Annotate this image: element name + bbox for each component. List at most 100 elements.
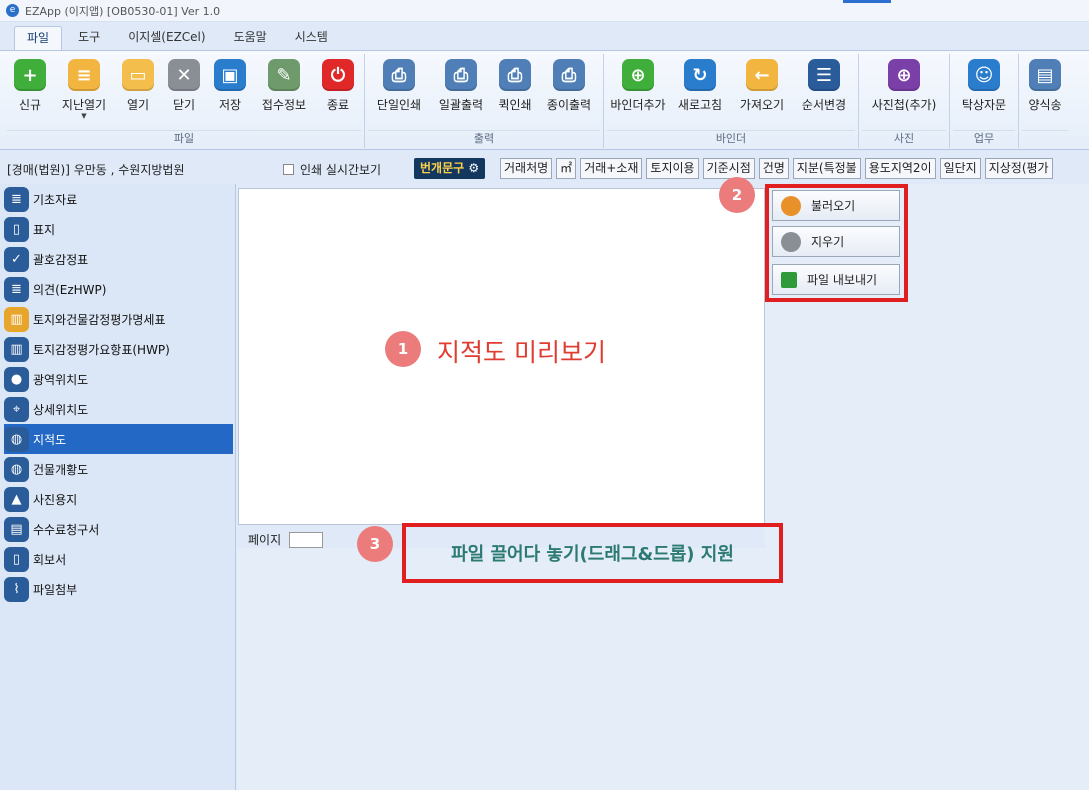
bunge-label: 번개문구 [420,161,465,175]
chip-single-lot[interactable]: 일단지 [939,158,981,179]
title-accent [843,0,891,3]
tab-system[interactable]: 시스템 [283,26,340,50]
import-button[interactable]: ← 가져오기 [731,54,793,130]
save-button[interactable]: ▣ 저장 [207,54,253,130]
page-label: 페이지 [248,533,282,547]
recent-open-button[interactable]: ≡ 지난열기 ▼ [53,54,115,130]
ribbon-group-file: + 신규 ≡ 지난열기 ▼ ▭ 열기 ✕ 닫기 ▣ 저장 ✎ 접수정보 ⏻ 종료… [4,54,365,148]
folder-icon: ▭ [122,59,154,91]
quick-print-button[interactable]: ⎙ 퀵인쇄 [492,54,538,130]
refresh-button[interactable]: ↻ 새로고침 [669,54,731,130]
sidebar-item-cadastral-map[interactable]: ◍ 지적도 [4,424,233,454]
mountain-photo-icon: ▲ [4,486,29,512]
open-button[interactable]: ▭ 열기 [115,54,161,130]
tab-help[interactable]: 도움말 [222,26,279,50]
chip-client-name[interactable]: 거래처명 [500,158,553,179]
power-icon: ⏻ [322,59,354,91]
add-binder-button[interactable]: ⊕ 바인더추가 [607,54,669,130]
sidebar-item-label: 광역위치도 [33,372,89,387]
sidebar-item-label: 건물개황도 [33,462,89,477]
sidebar-item-label: 상세위치도 [33,402,89,417]
chip-zoning[interactable]: 용도지역2이 [864,158,936,179]
desk-consult-button[interactable]: ☺ 탁상자문 [953,54,1015,130]
drop-area[interactable] [237,548,1089,790]
sidebar-item-label: 괄호감정표 [33,252,89,267]
sidebar-item-land-summary[interactable]: ▥ 토지감정평가요항표(HWP) [4,334,233,364]
close-button[interactable]: ✕ 닫기 [161,54,207,130]
sidebar-item-label: 표지 [33,222,56,237]
sidebar-item-building-overview[interactable]: ◍ 건물개황도 [4,454,233,484]
photo-album-add-button[interactable]: ⊕ 사진첩(추가) [862,54,946,130]
ribbon-group-form: ▤ 양식송 [1019,54,1071,148]
intake-info-button[interactable]: ✎ 접수정보 [253,54,315,130]
chip-land-use[interactable]: 토지이용 [646,158,699,179]
print-preview-checkbox[interactable]: 인쇄 실시간보기 [283,161,381,178]
form-button[interactable]: ▤ 양식송 [1022,54,1068,130]
tab-file[interactable]: 파일 [14,26,63,50]
chip-trade-location[interactable]: 거래+소재 [580,158,643,179]
route-pin-icon: ⌖ [4,396,29,422]
arrow-left-icon: ← [746,59,778,91]
globe-icon: ◍ [4,426,29,452]
chip-share[interactable]: 지분(특정불 [792,158,861,179]
ribbon-group-work: ☺ 탁상자문 업무 [950,54,1019,148]
bunge-phrase-button[interactable]: 번개문구 ⚙ [414,158,486,179]
annotation-text-1: 지적도 미리보기 [437,338,606,367]
chip-square-meter[interactable]: ㎡ [556,158,577,179]
sidebar-item-reply[interactable]: ▯ 회보서 [4,544,233,574]
document-add-icon: ⊕ [622,59,654,91]
printer-quick-icon: ⎙ [499,59,531,91]
sidebar-item-bracket-appraisal[interactable]: ✓ 괄호감정표 [4,244,233,274]
save-icon: ▣ [214,59,246,91]
checkbox-box[interactable] [283,164,294,175]
single-print-button[interactable]: ⎙ 단일인쇄 [368,54,430,130]
sidebar-item-photo-sheet[interactable]: ▲ 사진용지 [4,484,233,514]
sidebar-item-cover[interactable]: ▯ 표지 [4,214,233,244]
annotation-box-2 [765,184,908,302]
sidebar-item-label: 토지와건물감정평가명세표 [33,312,166,327]
chip-base-date[interactable]: 기준시점 [702,158,755,179]
ribbon-group-print: ⎙ 단일인쇄 ⎙ 일괄출력 ⎙ 퀵인쇄 ⎙ 종이출력 출력 [365,54,604,148]
sidebar-item-label: 수수료청구서 [33,522,100,537]
sidebar-item-label: 회보서 [33,552,67,567]
ribbon-group-label: 업무 [953,130,1015,146]
exit-button[interactable]: ⏻ 종료 [315,54,361,130]
close-icon: ✕ [168,59,200,91]
sidebar-item-detail-location[interactable]: ⌖ 상세위치도 [4,394,233,424]
reorder-button[interactable]: ☰ 순서변경 [793,54,855,130]
phrase-chips: 거래처명 ㎡ 거래+소재 토지이용 기준시점 건명 지분(특정불 용도지역2이 … [500,158,1057,179]
title-bar: e EZApp (이지앱) [OB0530-01] Ver 1.0 [0,0,1089,22]
page-input[interactable] [289,531,324,548]
sidebar-item-fee-invoice[interactable]: ▤ 수수료청구서 [4,514,233,544]
gear-icon: ⚙ [468,161,480,175]
sidebar: ≣ 기초자료 ▯ 표지 ✓ 괄호감정표 ≣ 의견(EzHWP) ▥ 토지와건물감… [0,184,236,790]
info-bar: [경매(법원)] 우만동 , 수원지방법원 인쇄 실시간보기 번개문구 ⚙ 거래… [0,154,1089,184]
ribbon: + 신규 ≡ 지난열기 ▼ ▭ 열기 ✕ 닫기 ▣ 저장 ✎ 접수정보 ⏻ 종료… [0,50,1089,150]
chip-surface-rights[interactable]: 지상정(평가 [984,158,1053,179]
stack-icon: ≣ [4,186,29,212]
window-title: EZApp (이지앱) [OB0530-01] Ver 1.0 [25,4,221,18]
chip-case-name[interactable]: 건명 [758,158,789,179]
printer-paper-icon: ⎙ [553,59,585,91]
sidebar-item-land-building-table[interactable]: ▥ 토지와건물감정평가명세표 [4,304,233,334]
sidebar-item-opinion[interactable]: ≣ 의견(EzHWP) [4,274,233,304]
ribbon-group-label: 파일 [7,130,361,146]
sidebar-item-wide-location[interactable]: ● 광역위치도 [4,364,233,394]
ribbon-group-label [1022,130,1068,146]
page-bar: 페이지 [248,531,324,548]
batch-print-button[interactable]: ⎙ 일괄출력 [430,54,492,130]
paper-print-button[interactable]: ⎙ 종이출력 [538,54,600,130]
form-icon: ▤ [1029,59,1061,91]
sidebar-item-basic-data[interactable]: ≣ 기초자료 [4,184,233,214]
annotation-box-3: 파일 끌어다 놓기(드래그&드롭) 지원 [402,523,783,583]
ribbon-group-photo: ⊕ 사진첩(추가) 사진 [859,54,950,148]
new-button[interactable]: + 신규 [7,54,53,130]
tab-tools[interactable]: 도구 [66,26,112,50]
sidebar-item-attachment[interactable]: ⌇ 파일첨부 [4,574,233,604]
sidebar-item-label: 지적도 [33,432,67,447]
case-court-label: [경매(법원)] 우만동 , 수원지방법원 [7,163,185,177]
globe-icon: ◍ [4,456,29,482]
ribbon-group-label: 출력 [368,130,600,146]
people-icon: ☺ [968,59,1000,91]
tab-ezcel[interactable]: 이지셀(EZCel) [116,26,217,50]
